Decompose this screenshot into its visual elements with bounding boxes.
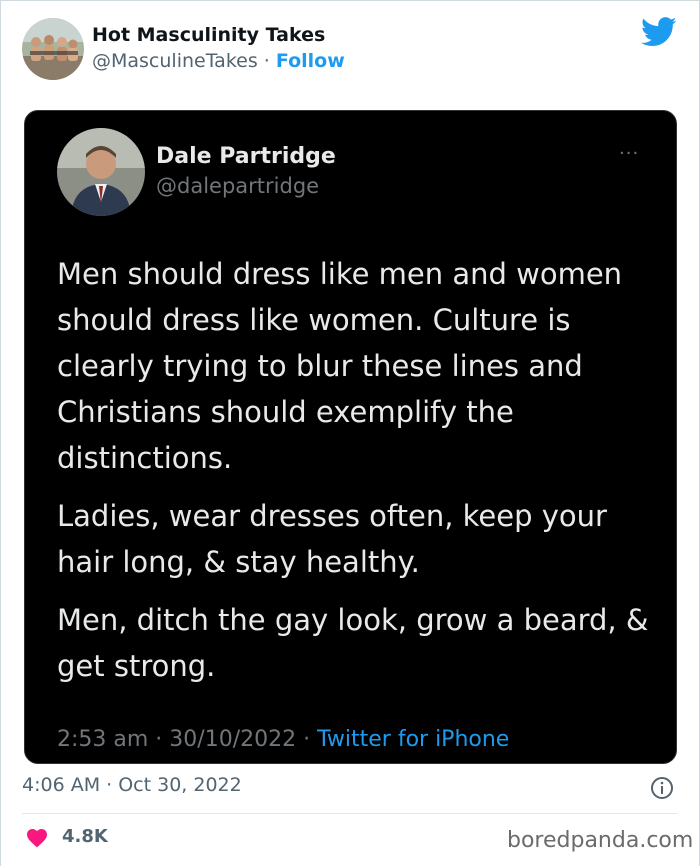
author-handle-line: @MasculineTakes · Follow <box>92 50 345 72</box>
quoted-tweet-text: Men should dress like men and women shou… <box>57 251 657 701</box>
author-avatar[interactable] <box>22 18 84 80</box>
like-count[interactable]: 4.8K <box>62 826 108 847</box>
quoted-author-handle[interactable]: @dalepartridge <box>156 174 319 198</box>
twitter-bird-icon[interactable] <box>641 17 677 47</box>
quoted-paragraph: Ladies, wear dresses often, keep your ha… <box>57 499 607 579</box>
quoted-author-name[interactable]: Dale Partridge <box>156 144 336 169</box>
meta-separator: · <box>296 727 318 752</box>
follow-button[interactable]: Follow <box>276 50 345 72</box>
quoted-tweet-meta: 2:53 am · 30/10/2022 · Twitter for iPhon… <box>57 727 509 752</box>
quoted-tweet[interactable]: Dale Partridge @dalepartridge ··· Men sh… <box>24 110 677 764</box>
watermark: boredpanda.com <box>507 828 694 853</box>
tweet-timestamp[interactable]: 4:06 AM · Oct 30, 2022 <box>22 774 242 796</box>
divider <box>22 813 677 814</box>
quoted-date[interactable]: 30/10/2022 <box>169 727 296 752</box>
info-icon[interactable] <box>650 776 674 800</box>
quoted-author-avatar[interactable] <box>57 128 145 216</box>
author-name[interactable]: Hot Masculinity Takes <box>92 24 325 46</box>
quoted-paragraph: Men, ditch the gay look, grow a beard, &… <box>57 603 649 683</box>
tweet-card: Hot Masculinity Takes @MasculineTakes · … <box>0 0 700 866</box>
handle-separator: · <box>257 50 276 72</box>
heart-icon[interactable] <box>25 826 49 848</box>
more-options-icon[interactable]: ··· <box>619 143 639 164</box>
tweet-source-link[interactable]: Twitter for iPhone <box>317 727 509 752</box>
author-handle[interactable]: @MasculineTakes <box>92 50 258 72</box>
card-border-left <box>0 0 1 866</box>
meta-separator: · <box>148 727 170 752</box>
quoted-paragraph: Men should dress like men and women shou… <box>57 257 623 475</box>
quoted-time[interactable]: 2:53 am <box>57 727 148 752</box>
card-border-top <box>0 0 700 1</box>
